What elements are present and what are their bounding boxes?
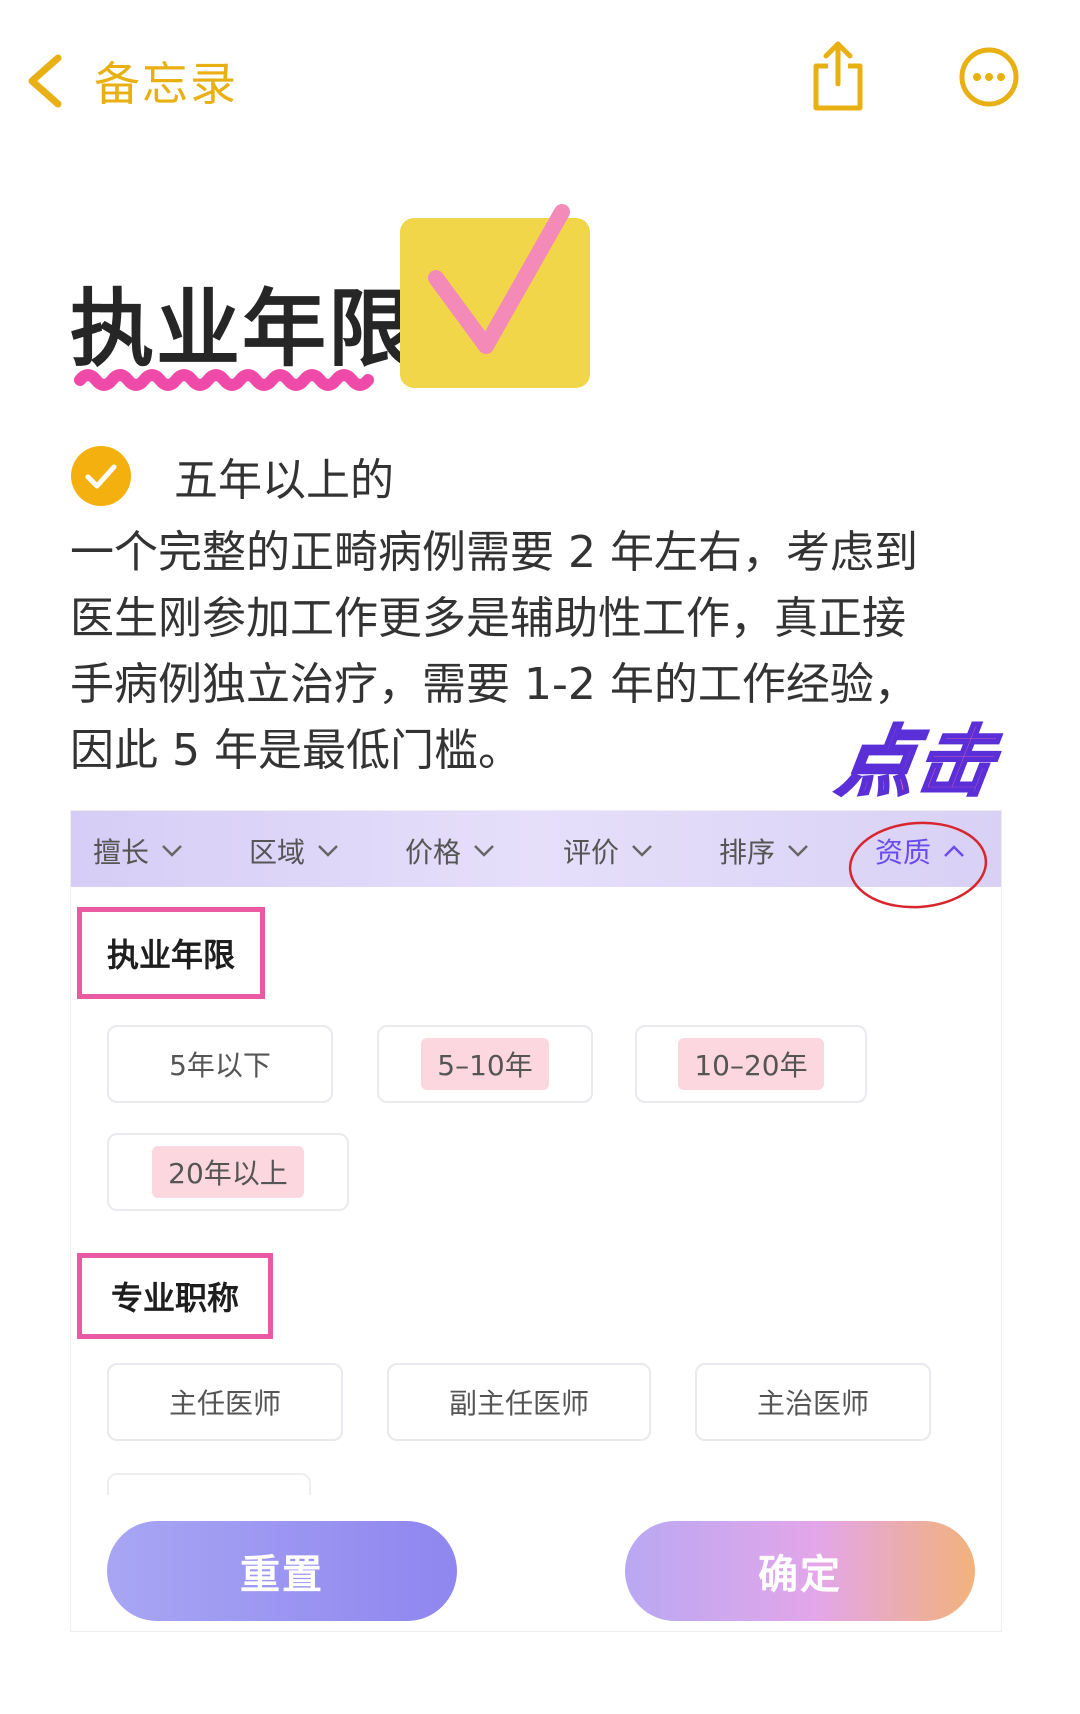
filter-tab-label: 价格 (405, 836, 462, 869)
option-label: 主任医师 (168, 1387, 281, 1420)
chevron-down-icon (788, 845, 808, 857)
option-chip[interactable]: 主治医师 (695, 1363, 931, 1441)
option-label: 20年以上 (152, 1146, 304, 1198)
option-chip[interactable]: 副主任医师 (387, 1363, 651, 1441)
check-circle-icon (71, 446, 131, 506)
note-title: 执业年限 (70, 280, 415, 378)
chevron-down-icon (474, 845, 494, 857)
filter-tab-sort[interactable]: 排序 (719, 831, 809, 871)
paragraph-line: 手病例独立治疗，需要 1-2 年的工作经验， (70, 659, 918, 710)
section-title-professional-title: 专业职称 (77, 1253, 273, 1339)
bullet-text: 五年以上的 (174, 455, 394, 506)
option-chip[interactable]: 20年以上 (107, 1133, 349, 1211)
more-icon[interactable] (958, 46, 1020, 108)
wavy-underline-decoration (74, 369, 374, 391)
filter-panel: 擅长 区域 价格 评价 排序 资质 执业年限 5年以下 5–10年 10–20年… (70, 810, 1002, 1632)
filter-tab-label: 评价 (563, 836, 620, 869)
option-chip[interactable]: 主任医师 (107, 1363, 343, 1441)
option-label: 主治医师 (756, 1387, 869, 1420)
option-chip[interactable]: 5年以下 (107, 1025, 333, 1103)
chevron-left-icon (28, 54, 62, 108)
option-chip[interactable]: 10–20年 (635, 1025, 867, 1103)
filter-tab-price[interactable]: 价格 (405, 831, 495, 871)
filter-tab-label: 资质 (875, 836, 932, 869)
confirm-button[interactable]: 确定 (625, 1521, 975, 1621)
chevron-up-icon (944, 845, 964, 857)
paragraph-line: 因此 5 年是最低门槛。 (70, 725, 522, 776)
chevron-down-icon (318, 845, 338, 857)
checkmark-sticker-icon (400, 204, 590, 388)
option-label: 副主任医师 (448, 1387, 589, 1420)
reset-button[interactable]: 重置 (107, 1521, 457, 1621)
option-chip[interactable]: 5–10年 (377, 1025, 593, 1103)
filter-tab-label: 排序 (719, 836, 776, 869)
filter-tab-label: 擅长 (93, 836, 150, 869)
paragraph-line: 医生刚参加工作更多是辅助性工作，真正接 (70, 593, 906, 644)
filter-tab-label: 区域 (249, 836, 306, 869)
option-chip-partial (107, 1473, 311, 1495)
section-title-practice-years: 执业年限 (77, 907, 265, 999)
back-label: 备忘录 (94, 57, 238, 111)
option-label: 5–10年 (421, 1038, 549, 1090)
share-icon[interactable] (808, 40, 868, 112)
filter-tab-expertise[interactable]: 擅长 (93, 831, 183, 871)
filter-tab-region[interactable]: 区域 (249, 831, 339, 871)
click-annotation: 点击 (831, 716, 1003, 808)
filter-tab-qualification[interactable]: 资质 (875, 831, 965, 871)
option-label: 10–20年 (678, 1038, 824, 1090)
back-button[interactable]: 备忘录 (22, 48, 238, 114)
filter-tab-rating[interactable]: 评价 (563, 831, 653, 871)
bullet-item: 五年以上的 (70, 444, 394, 508)
filter-tab-bar: 擅长 区域 价格 评价 排序 资质 (71, 811, 1001, 887)
chevron-down-icon (162, 845, 182, 857)
chevron-down-icon (632, 845, 652, 857)
option-label: 5年以下 (169, 1049, 271, 1082)
paragraph-line: 一个完整的正畸病例需要 2 年左右，考虑到 (70, 527, 918, 578)
